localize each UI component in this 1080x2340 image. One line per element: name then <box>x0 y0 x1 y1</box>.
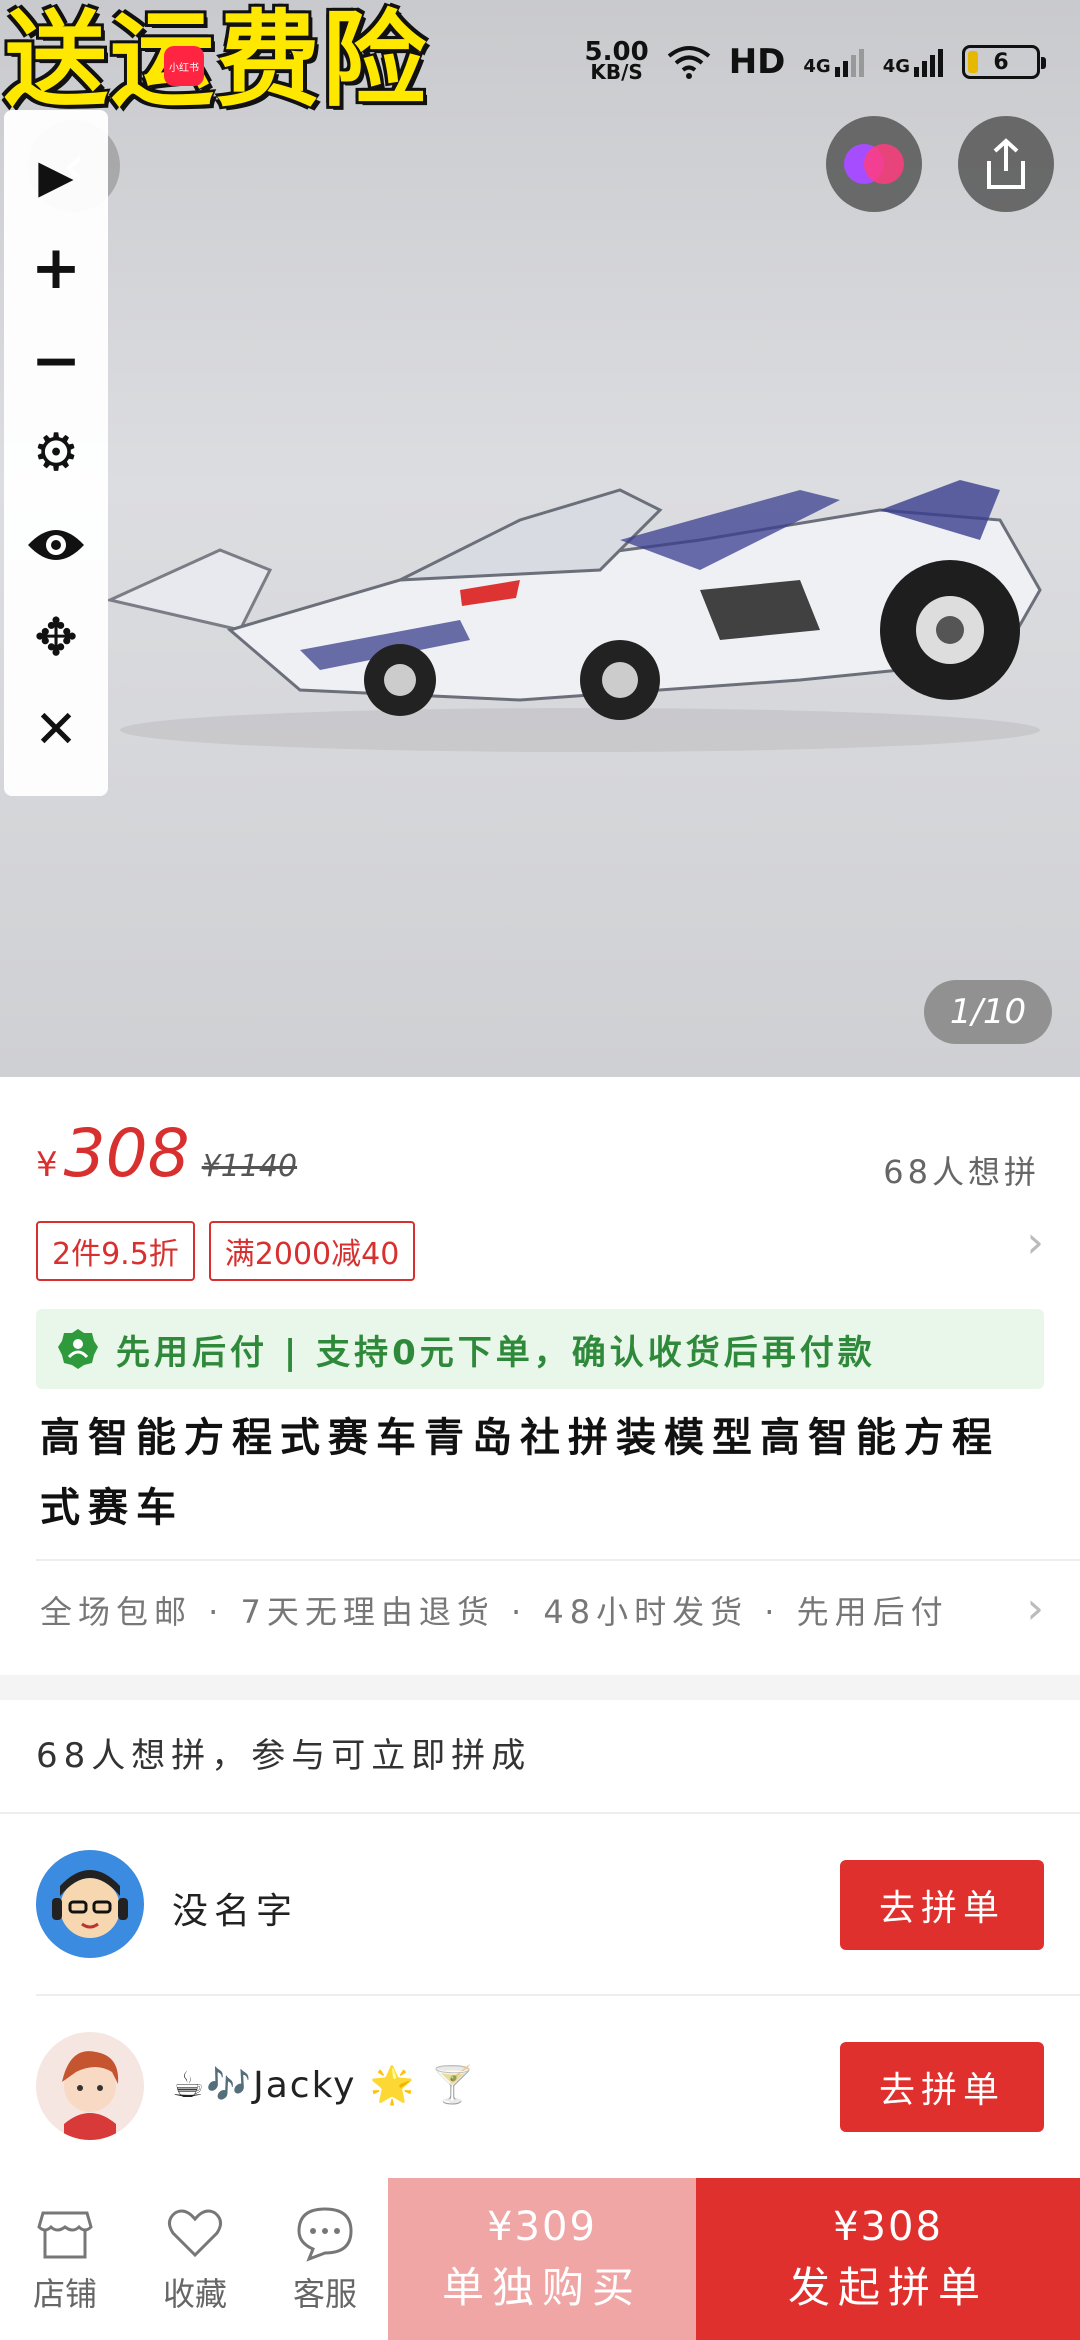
chevron-right-icon[interactable]: › <box>1026 1583 1044 1634</box>
close-toolbar-button[interactable]: ✕ <box>21 695 91 765</box>
floating-toolbar: ▶ + − ⚙ ✥ ✕ <box>4 110 108 796</box>
promo-tags[interactable]: 2件9.5折 满2000减40 <box>36 1221 416 1281</box>
view-button[interactable] <box>21 510 91 580</box>
dual-circle-button[interactable] <box>826 116 922 212</box>
wifi-icon <box>667 46 710 79</box>
move-arrows-icon: ✥ <box>34 607 78 668</box>
close-icon: ✕ <box>34 699 78 760</box>
product-title: 高智能方程式赛车青岛社拼装模型高智能方程式赛车 <box>40 1415 1000 1531</box>
promo-tag[interactable]: 满2000减40 <box>208 1221 416 1281</box>
join-group-button[interactable]: 去拼单 <box>840 1860 1044 1950</box>
heart-icon <box>168 2209 222 2258</box>
play-button[interactable]: ▶ <box>21 141 91 211</box>
network-speed: 5.00 KB/S <box>584 37 649 84</box>
pay-later-text: 先用后付 | 支持0元下单，确认收货后再付款 <box>116 1332 876 1373</box>
chat-icon <box>297 2207 353 2262</box>
divider <box>36 1559 1080 1561</box>
shop-icon <box>37 2211 93 2259</box>
gear-icon: ⚙ <box>32 422 80 483</box>
buy-alone-button[interactable]: ¥309 单独购买 <box>388 2178 696 2340</box>
zoom-out-button[interactable]: − <box>21 326 91 396</box>
play-icon: ▶ <box>38 149 74 204</box>
solo-price: ¥309 <box>487 2203 597 2250</box>
group-price: ¥308 <box>833 2203 943 2250</box>
bottom-action-bar: 店铺 收藏 客服 ¥309 单独购买 ¥308 发起拼单 <box>0 2178 1080 2340</box>
signal-bars-icon <box>834 49 864 77</box>
user-name: 没名字 <box>172 1891 299 1932</box>
chevron-right-icon[interactable]: › <box>1026 1217 1044 1268</box>
user-name: ☕🎶Jacky 🌟 🍸 <box>172 2065 477 2106</box>
current-price: 308 <box>63 1115 190 1192</box>
status-bar: 小红书 5.00 KB/S HD 4G 4G 6 <box>0 0 1080 130</box>
want-count: 68人想拼 <box>883 1153 1040 1191</box>
group-buy-header: 68人想拼，参与可立即拼成 <box>36 1736 532 1776</box>
product-image-carousel[interactable]: 送运费险 小红书 5.00 KB/S HD 4G 4G 6 ▶ + − ⚙ ✥ … <box>0 0 1080 1077</box>
avatar <box>36 2032 144 2140</box>
settings-button[interactable]: ⚙ <box>21 418 91 488</box>
badge-user-icon <box>58 1329 98 1369</box>
eye-icon <box>28 530 84 561</box>
move-button[interactable]: ✥ <box>21 603 91 673</box>
group-buy-row: 没名字 去拼单 <box>0 1814 1080 1994</box>
avatar <box>36 1850 144 1958</box>
group-buy-row: ☕🎶Jacky 🌟 🍸 去拼单 <box>0 1996 1080 2176</box>
minus-icon: − <box>30 325 82 396</box>
solo-label: 单独购买 <box>441 2262 642 2312</box>
original-price: ¥1140 <box>201 1149 298 1184</box>
share-button[interactable] <box>958 116 1054 212</box>
nav-shop[interactable]: 店铺 <box>0 2178 130 2340</box>
promo-tag[interactable]: 2件9.5折 <box>36 1221 195 1281</box>
group-buy-section: 68人想拼，参与可立即拼成 没名字 去拼单 ☕🎶Jacky 🌟 🍸 去拼单 <box>0 1700 1080 2178</box>
hd-indicator: HD <box>728 42 786 82</box>
plus-icon: + <box>30 233 82 304</box>
nav-customer-service[interactable]: 客服 <box>260 2178 390 2340</box>
currency-symbol: ¥ <box>36 1145 58 1185</box>
nav-favorite[interactable]: 收藏 <box>130 2178 260 2340</box>
image-counter: 1/10 <box>924 980 1052 1044</box>
service-guarantees[interactable]: 全场包邮 · 7天无理由退货 · 48小时发货 · 先用后付 <box>40 1587 949 1633</box>
signal-bars-icon <box>914 49 943 77</box>
app-notification-badge: 小红书 <box>164 46 204 86</box>
cell-signal-1: 4G <box>803 47 864 77</box>
join-group-button[interactable]: 去拼单 <box>840 2042 1044 2132</box>
cell-signal-2: 4G <box>883 47 944 77</box>
overlap-circles-icon <box>844 144 904 184</box>
zoom-in-button[interactable]: + <box>21 233 91 303</box>
price-row: ¥ 308 ¥1140 <box>36 1115 297 1192</box>
group-label: 发起拼单 <box>787 2262 988 2312</box>
start-group-buy-button[interactable]: ¥308 发起拼单 <box>696 2178 1080 2340</box>
product-info-panel: ¥ 308 ¥1140 68人想拼 2件9.5折 满2000减40 › 先用后付… <box>0 1077 1080 1675</box>
pay-later-banner[interactable]: 先用后付 | 支持0元下单，确认收货后再付款 <box>36 1309 1044 1389</box>
battery-indicator: 6 <box>962 45 1046 79</box>
share-icon <box>987 138 1025 189</box>
race-car-image <box>105 480 1042 752</box>
